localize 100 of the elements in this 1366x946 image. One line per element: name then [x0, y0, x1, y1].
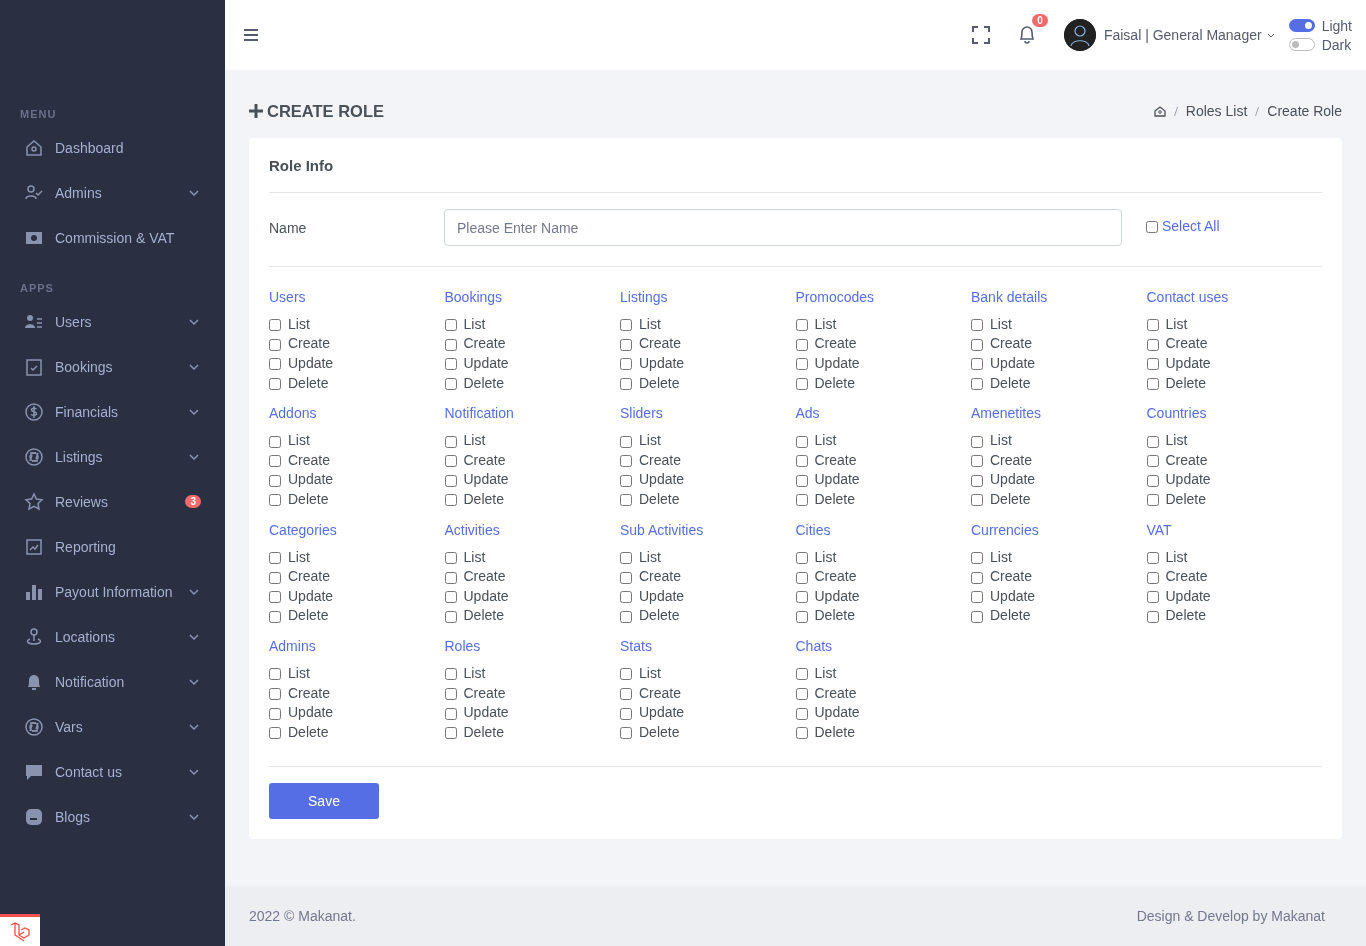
checkbox[interactable]: [1146, 220, 1158, 233]
checkbox[interactable]: [971, 338, 983, 351]
checkbox[interactable]: [269, 668, 281, 681]
checkbox[interactable]: [269, 552, 281, 565]
checkbox[interactable]: [620, 610, 632, 623]
checkbox[interactable]: [444, 668, 457, 681]
checkbox[interactable]: [795, 727, 808, 740]
sidebar-item[interactable]: Dashboard: [55, 139, 201, 156]
checkbox[interactable]: [971, 474, 983, 487]
checkbox[interactable]: [1146, 474, 1159, 487]
checkbox[interactable]: [269, 358, 281, 371]
chevron-down-icon[interactable]: [189, 408, 199, 415]
checkbox[interactable]: [269, 435, 281, 448]
checkbox[interactable]: [1146, 591, 1159, 604]
user-name[interactable]: Faisal | General Manager: [1103, 27, 1262, 43]
sidebar-item[interactable]: Users: [55, 313, 189, 330]
checkbox[interactable]: [444, 688, 457, 700]
sidebar-item[interactable]: Reporting: [55, 538, 201, 555]
checkbox[interactable]: [444, 358, 457, 371]
chevron-down-icon[interactable]: [1266, 32, 1275, 38]
checkbox[interactable]: [620, 571, 632, 584]
checkbox[interactable]: [444, 435, 457, 448]
checkbox[interactable]: [795, 358, 808, 371]
checkbox[interactable]: [620, 358, 632, 371]
checkbox[interactable]: [795, 474, 808, 487]
checkbox[interactable]: [269, 338, 281, 351]
checkbox[interactable]: [795, 688, 808, 700]
sidebar-item[interactable]: Payout Information: [55, 583, 189, 600]
checkbox[interactable]: [269, 688, 281, 700]
checkbox[interactable]: [620, 707, 632, 720]
chevron-down-icon[interactable]: [189, 633, 199, 640]
checkbox[interactable]: [1146, 358, 1159, 371]
checkbox[interactable]: [795, 319, 808, 332]
checkbox[interactable]: [620, 727, 632, 740]
sidebar-item[interactable]: Reviews: [55, 493, 186, 510]
checkbox[interactable]: [795, 435, 808, 448]
chevron-down-icon[interactable]: [189, 189, 199, 196]
checkbox[interactable]: [620, 455, 632, 468]
sidebar-item[interactable]: Bookings: [55, 358, 189, 375]
breadcrumb-item[interactable]: Roles List: [1185, 103, 1248, 119]
sidebar-item[interactable]: Contact us: [55, 763, 189, 780]
checkbox[interactable]: [795, 591, 808, 604]
fullscreen-icon[interactable]: [971, 26, 990, 44]
checkbox[interactable]: [444, 552, 457, 565]
checkbox[interactable]: [269, 610, 281, 623]
name-input-field[interactable]: Please Enter Name: [444, 209, 1122, 246]
chevron-down-icon[interactable]: [189, 678, 199, 685]
checkbox[interactable]: [269, 591, 281, 604]
home-icon[interactable]: [1153, 105, 1166, 117]
checkbox[interactable]: [971, 591, 983, 604]
chevron-down-icon[interactable]: [189, 813, 199, 820]
checkbox[interactable]: [444, 455, 457, 468]
sidebar-item[interactable]: Listings: [55, 448, 189, 465]
checkbox[interactable]: [269, 474, 281, 487]
debug-widget[interactable]: [0, 914, 40, 946]
sidebar-item[interactable]: Financials: [55, 403, 189, 420]
checkbox[interactable]: [1146, 610, 1159, 623]
sidebar-item[interactable]: Locations: [55, 628, 189, 645]
checkbox[interactable]: [1146, 435, 1159, 448]
checkbox[interactable]: [795, 552, 808, 565]
checkbox[interactable]: [971, 494, 983, 507]
checkbox[interactable]: [971, 378, 983, 391]
checkbox[interactable]: [620, 591, 632, 604]
toggle-switch[interactable]: [1288, 38, 1315, 51]
checkbox[interactable]: [444, 727, 457, 740]
checkbox[interactable]: [1146, 455, 1159, 468]
sidebar-item[interactable]: Commission & VAT: [55, 229, 201, 246]
checkbox[interactable]: [971, 435, 983, 448]
checkbox[interactable]: [795, 610, 808, 623]
checkbox[interactable]: [620, 474, 632, 487]
checkbox[interactable]: [971, 319, 983, 332]
checkbox[interactable]: [620, 668, 632, 681]
checkbox[interactable]: [269, 319, 281, 332]
checkbox[interactable]: [795, 707, 808, 720]
checkbox[interactable]: [269, 494, 281, 507]
checkbox[interactable]: [444, 319, 457, 332]
checkbox[interactable]: [971, 571, 983, 584]
checkbox[interactable]: [444, 338, 457, 351]
checkbox[interactable]: [620, 319, 632, 332]
chevron-down-icon[interactable]: [189, 723, 199, 730]
checkbox[interactable]: [444, 571, 457, 584]
checkbox[interactable]: [620, 494, 632, 507]
checkbox[interactable]: [971, 358, 983, 371]
chevron-down-icon[interactable]: [189, 453, 199, 460]
bell-icon[interactable]: [1017, 23, 1036, 44]
sidebar-item[interactable]: Notification: [55, 673, 189, 690]
checkbox[interactable]: [269, 707, 281, 720]
checkbox[interactable]: [620, 552, 632, 565]
chevron-down-icon[interactable]: [189, 318, 199, 325]
checkbox[interactable]: [795, 338, 808, 351]
select-all-label[interactable]: Select All: [1162, 217, 1220, 234]
checkbox[interactable]: [444, 610, 457, 623]
chevron-down-icon[interactable]: [189, 588, 199, 595]
checkbox[interactable]: [795, 571, 808, 584]
checkbox[interactable]: [444, 707, 457, 720]
checkbox[interactable]: [1146, 378, 1159, 391]
save-button[interactable]: Save: [269, 782, 379, 819]
checkbox[interactable]: [1146, 338, 1159, 351]
chevron-down-icon[interactable]: [189, 768, 199, 775]
checkbox[interactable]: [444, 591, 457, 604]
